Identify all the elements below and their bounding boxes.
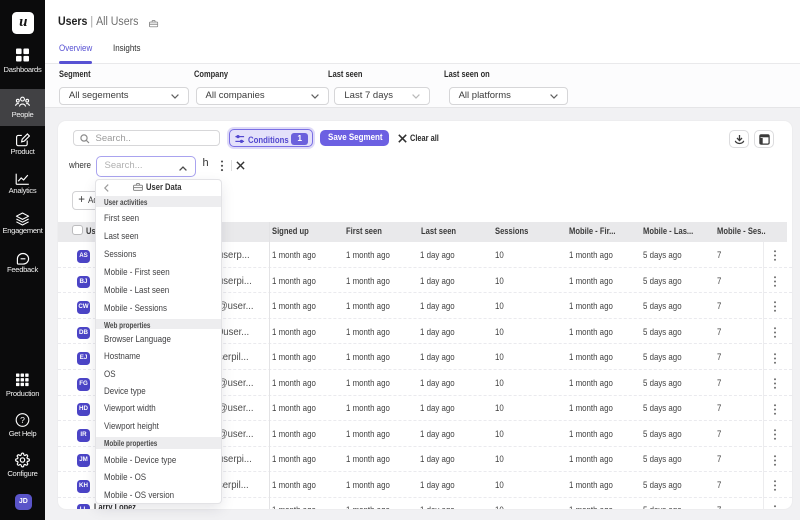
svg-text:?: ? xyxy=(20,415,25,425)
